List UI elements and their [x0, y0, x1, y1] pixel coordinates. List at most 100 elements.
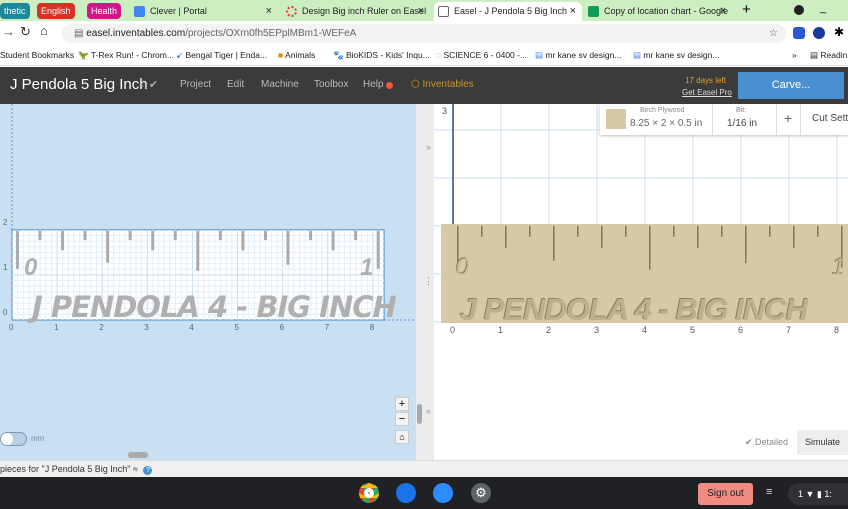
- bookmark-chip[interactable]: Health: [87, 3, 122, 19]
- workpieces-label[interactable]: pieces for "J Pendola 5 Big Inch" ≈: [0, 464, 138, 474]
- bookmark-item[interactable]: ◌ SCIENCE 6 - 0400 -...: [436, 45, 527, 66]
- material-swatch[interactable]: [606, 109, 626, 129]
- vertical-scrollbar[interactable]: [417, 404, 422, 424]
- zoom-out-button[interactable]: −: [395, 412, 409, 426]
- clock: 1:: [824, 489, 832, 499]
- detailed-toggle[interactable]: ✔ Detailed: [745, 437, 788, 448]
- x-axis-tick: 2: [99, 323, 104, 332]
- add-bit-button[interactable]: +: [784, 110, 792, 126]
- bookmark-item[interactable]: ▤ mr kane sv design...: [535, 45, 621, 66]
- menu-help[interactable]: Help: [363, 79, 384, 90]
- close-icon[interactable]: ×: [720, 2, 726, 21]
- material-size[interactable]: 8.25 × 2 × 0.5 in: [630, 118, 702, 129]
- new-tab-button[interactable]: +: [742, 1, 751, 18]
- tab-label: Design Big inch Ruler on Easel: [302, 6, 427, 16]
- star-icon[interactable]: ☆✔: [139, 78, 158, 91]
- preview-svg: [434, 104, 848, 323]
- camera-icon[interactable]: [396, 483, 416, 503]
- simulate-button[interactable]: Simulate: [797, 430, 848, 455]
- drag-handle-icon[interactable]: ⋮: [424, 276, 433, 287]
- menu-machine[interactable]: Machine: [261, 79, 299, 90]
- settings-gear-icon[interactable]: ⚙: [471, 483, 491, 503]
- extension-icon[interactable]: [813, 27, 825, 39]
- bookmark-item[interactable]: ■ Animals: [278, 45, 315, 66]
- close-icon[interactable]: ×: [266, 2, 272, 21]
- tab-label: Easel - J Pendola 5 Big Inch: [454, 6, 568, 16]
- tab-sheets[interactable]: Copy of location chart - Google ×: [584, 2, 732, 21]
- url-input[interactable]: ▤ easel.inventables.com/projects/OXrn0fh…: [62, 24, 786, 43]
- tab-label: Clever | Portal: [150, 6, 207, 16]
- system-tray[interactable]: 1 ▼ ▮ 1:: [788, 483, 848, 505]
- home-icon[interactable]: ⌂: [40, 23, 48, 38]
- bookmark-item[interactable]: ▤ mr kane sv design...: [633, 45, 719, 66]
- preview-engraved-text: J PENDOLA 4 - BIG INCH: [460, 292, 808, 327]
- menu-project[interactable]: Project: [180, 79, 211, 90]
- cut-settings-button[interactable]: Cut Setti: [812, 113, 848, 124]
- url-host: easel.inventables.com: [86, 28, 186, 39]
- x-axis-tick: 3: [144, 323, 149, 332]
- bit-value[interactable]: 1/16 in: [727, 118, 757, 129]
- reading-list[interactable]: ▤ Readin: [810, 45, 847, 66]
- close-icon[interactable]: ×: [418, 2, 424, 21]
- home-view-icon[interactable]: ⌂: [395, 430, 409, 444]
- horizontal-scrollbar[interactable]: [128, 452, 148, 458]
- panel-divider[interactable]: » ⋮ «: [416, 104, 434, 460]
- profile-icon[interactable]: [794, 5, 804, 15]
- x-axis-tick: 7: [786, 325, 792, 335]
- help-icon[interactable]: ?: [143, 466, 153, 475]
- y-axis-tick: 1: [3, 262, 8, 272]
- menu-toolbox[interactable]: Toolbox: [314, 79, 348, 90]
- forward-icon[interactable]: →: [2, 24, 15, 39]
- puzzle-icon[interactable]: ✱: [834, 25, 844, 39]
- collapse-left-icon[interactable]: «: [426, 406, 431, 416]
- media-icon[interactable]: ≡: [766, 486, 772, 498]
- carve-button[interactable]: Carve...: [738, 72, 844, 99]
- menu-edit[interactable]: Edit: [227, 79, 244, 90]
- bookmark-chip[interactable]: English: [37, 3, 75, 19]
- project-title[interactable]: J Pendola 5 Big Inch: [10, 76, 148, 93]
- x-axis-tick: 6: [279, 323, 285, 332]
- chrome-icon[interactable]: [359, 483, 379, 503]
- x-axis-tick: 8: [369, 323, 375, 332]
- close-icon[interactable]: ×: [570, 2, 576, 21]
- design-canvas[interactable]: J PENDOLA 4 - BIG INCH 0 1 012345678012 …: [0, 104, 416, 460]
- extension-icon[interactable]: [793, 27, 805, 39]
- material-name[interactable]: Birch Plywood: [640, 107, 684, 114]
- more-bookmarks[interactable]: »: [792, 45, 797, 66]
- zoom-app-icon[interactable]: [433, 483, 453, 503]
- x-axis-tick: 0: [450, 325, 456, 335]
- minimize-button[interactable]: _: [820, 2, 826, 14]
- workpieces-bar[interactable]: pieces for "J Pendola 5 Big Inch" ≈ ?: [0, 460, 848, 477]
- inventables-link[interactable]: ⬡ Inventables: [411, 79, 474, 90]
- bookmark-item[interactable]: 🐾 BioKIDS - Kids' Inqu...: [333, 45, 430, 66]
- x-axis-tick: 5: [234, 323, 239, 332]
- tab-design-ruler[interactable]: Design Big inch Ruler on Easel ×: [282, 2, 430, 21]
- design-ruler-svg[interactable]: [0, 104, 416, 460]
- notification-dot: [386, 82, 393, 89]
- x-axis-tick: 7: [324, 323, 330, 332]
- zoom-in-button[interactable]: +: [395, 397, 409, 411]
- reload-icon[interactable]: ↻: [20, 24, 31, 40]
- bookmark-chip[interactable]: thetic: [0, 3, 30, 19]
- unit-toggle[interactable]: [0, 432, 27, 446]
- y-axis-tick: 3: [442, 106, 448, 116]
- star-icon[interactable]: ☆: [769, 24, 778, 43]
- x-axis-tick: 1: [498, 325, 504, 335]
- collapse-right-icon[interactable]: »: [426, 142, 431, 152]
- tab-clever[interactable]: Clever | Portal ×: [130, 2, 278, 21]
- x-axis-tick: 3: [594, 325, 600, 335]
- tab-easel[interactable]: Easel - J Pendola 5 Big Inch ×: [434, 2, 582, 21]
- get-pro-link[interactable]: Get Easel Pro: [682, 88, 732, 97]
- os-taskbar: ⚙ Sign out ≡ 1 ▼ ▮ 1:: [0, 477, 848, 509]
- bit-label: Bit:: [736, 107, 747, 114]
- tab-label: Copy of location chart - Google: [604, 6, 729, 16]
- ruler-engraved-text[interactable]: J PENDOLA 4 - BIG INCH: [32, 290, 397, 324]
- easel-icon: [438, 6, 449, 17]
- bookmark-item[interactable]: ➹ Bengal Tiger | Enda...: [176, 45, 267, 66]
- carve-preview[interactable]: J PENDOLA 4 - BIG INCH 0 1 01234567843 B…: [434, 104, 848, 460]
- sign-out-button[interactable]: Sign out: [698, 483, 753, 505]
- ruler-digit-1[interactable]: 1: [360, 254, 373, 282]
- bookmark-item[interactable]: 🦖 T-Rex Run! - Chrom...: [78, 45, 174, 66]
- ruler-digit-0[interactable]: 0: [24, 254, 37, 282]
- bookmark-item[interactable]: Student Bookmarks: [0, 45, 74, 66]
